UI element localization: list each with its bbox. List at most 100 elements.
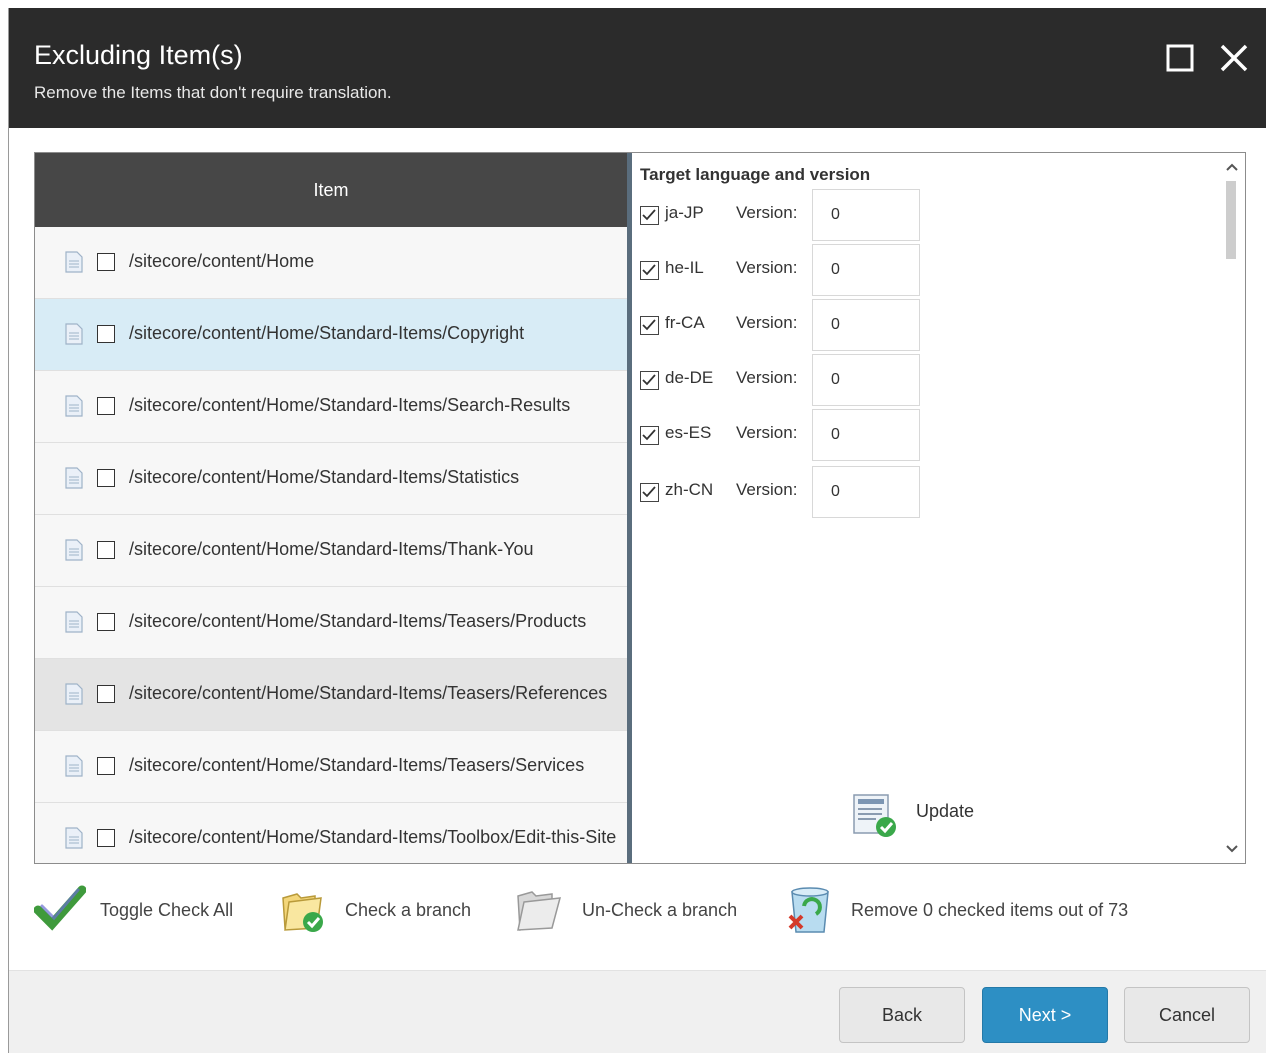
check-branch-button[interactable]: Check a branch <box>279 878 489 938</box>
item-checkbox[interactable] <box>97 541 115 559</box>
version-input[interactable]: 0 <box>812 409 920 461</box>
excluding-items-dialog: Excluding Item(s) Remove the Items that … <box>8 8 1266 1053</box>
item-checkbox[interactable] <box>97 253 115 271</box>
document-icon <box>65 611 83 633</box>
version-label: Version: <box>736 423 798 442</box>
check-icon <box>642 264 656 276</box>
toggle-check-all-button[interactable]: Toggle Check All <box>34 878 254 938</box>
check-icon <box>642 374 656 386</box>
close-icon[interactable] <box>1217 41 1251 75</box>
item-path: /sitecore/content/Home/Standard-Items/Se… <box>129 395 571 415</box>
item-checkbox[interactable] <box>97 325 115 343</box>
version-label: Version: <box>736 258 798 277</box>
back-button[interactable]: Back <box>839 987 965 1043</box>
item-path: /sitecore/content/Home/Standard-Items/Te… <box>129 611 587 631</box>
dialog-footer: Back Next > Cancel <box>9 970 1266 1053</box>
language-checkbox[interactable] <box>640 371 659 390</box>
target-language-panel: Target language and version ja-JP Version… <box>632 153 1245 863</box>
item-path: /sitecore/content/Home/Standard-Items/Co… <box>129 323 525 343</box>
version-label: Version: <box>736 480 798 499</box>
scroll-down-icon[interactable] <box>1219 839 1245 859</box>
scroll-up-icon[interactable] <box>1219 157 1245 177</box>
item-path: /sitecore/content/Home/Standard-Items/To… <box>129 827 617 847</box>
check-icon <box>642 209 656 221</box>
version-input[interactable]: 0 <box>812 299 920 351</box>
language-code: fr-CA <box>665 313 705 332</box>
language-checkbox[interactable] <box>640 483 659 502</box>
table-row[interactable]: /sitecore/content/Home/Standard-Items/Te… <box>35 587 627 659</box>
update-label: Update <box>916 801 975 821</box>
remove-checked-label: Remove 0 checked items out of 73 <box>851 900 1129 920</box>
check-icon <box>642 429 656 441</box>
version-label: Version: <box>736 313 798 332</box>
document-icon <box>65 539 83 561</box>
item-checkbox[interactable] <box>97 757 115 775</box>
table-row[interactable]: /sitecore/content/Home <box>35 227 627 299</box>
table-row[interactable]: /sitecore/content/Home/Standard-Items/St… <box>35 443 627 515</box>
language-row: de-DE Version: 0 <box>640 354 930 406</box>
language-code: de-DE <box>665 368 714 387</box>
language-code: es-ES <box>665 423 712 442</box>
check-branch-label: Check a branch <box>345 900 472 920</box>
items-table: Item /sitecore/content/Home/sitecore/con… <box>35 153 627 863</box>
language-checkbox[interactable] <box>640 316 659 335</box>
update-button[interactable]: Update <box>852 793 992 843</box>
uncheck-branch-label: Un-Check a branch <box>582 900 738 920</box>
check-icon <box>642 319 656 331</box>
cancel-button[interactable]: Cancel <box>1124 987 1250 1043</box>
content-panel: Item /sitecore/content/Home/sitecore/con… <box>34 152 1246 864</box>
table-row[interactable]: /sitecore/content/Home/Standard-Items/To… <box>35 803 627 863</box>
language-checkbox[interactable] <box>640 206 659 225</box>
language-code: zh-CN <box>665 480 714 499</box>
items-list: /sitecore/content/Home/sitecore/content/… <box>35 227 627 863</box>
language-row: fr-CA Version: 0 <box>640 299 930 351</box>
item-checkbox[interactable] <box>97 469 115 487</box>
language-code: ja-JP <box>665 203 704 222</box>
version-label: Version: <box>736 203 798 222</box>
vertical-scrollbar[interactable] <box>1219 153 1245 863</box>
table-row[interactable]: /sitecore/content/Home/Standard-Items/Te… <box>35 659 627 731</box>
item-path: /sitecore/content/Home/Standard-Items/Te… <box>129 755 585 775</box>
item-column-header[interactable]: Item <box>35 153 627 227</box>
table-row[interactable]: /sitecore/content/Home/Standard-Items/Th… <box>35 515 627 587</box>
language-checkbox[interactable] <box>640 261 659 280</box>
version-input[interactable]: 0 <box>812 189 920 241</box>
document-icon <box>65 683 83 705</box>
next-button[interactable]: Next > <box>982 987 1108 1043</box>
language-checkbox[interactable] <box>640 426 659 445</box>
scrollbar-thumb[interactable] <box>1226 181 1236 259</box>
item-path: /sitecore/content/Home/Standard-Items/St… <box>129 467 520 487</box>
document-icon <box>65 467 83 489</box>
target-language-title: Target language and version <box>640 165 871 184</box>
document-icon <box>65 755 83 777</box>
language-row: ja-JP Version: 0 <box>640 189 930 241</box>
table-row[interactable]: /sitecore/content/Home/Standard-Items/Co… <box>35 299 627 371</box>
item-checkbox[interactable] <box>97 685 115 703</box>
check-icon <box>642 486 656 498</box>
item-checkbox[interactable] <box>97 397 115 415</box>
language-code: he-IL <box>665 258 704 277</box>
item-path: /sitecore/content/Home/Standard-Items/Te… <box>129 683 608 703</box>
document-icon <box>65 251 83 273</box>
item-path: /sitecore/content/Home <box>129 251 315 271</box>
language-row: he-IL Version: 0 <box>640 244 930 296</box>
version-label: Version: <box>736 368 798 387</box>
table-row[interactable]: /sitecore/content/Home/Standard-Items/Te… <box>35 731 627 803</box>
version-input[interactable]: 0 <box>812 244 920 296</box>
version-input[interactable]: 0 <box>812 354 920 406</box>
item-checkbox[interactable] <box>97 613 115 631</box>
document-icon <box>65 827 83 849</box>
table-row[interactable]: /sitecore/content/Home/Standard-Items/Se… <box>35 371 627 443</box>
dialog-title: Excluding Item(s) <box>34 40 243 70</box>
maximize-icon[interactable] <box>1163 41 1197 75</box>
toggle-check-all-label: Toggle Check All <box>100 900 234 920</box>
remove-checked-button[interactable]: Remove 0 checked items out of 73 <box>784 878 1164 938</box>
action-toolbar: Toggle Check All Check a branch Un-Check… <box>9 878 1266 948</box>
version-input[interactable]: 0 <box>812 466 920 518</box>
document-icon <box>65 323 83 345</box>
item-checkbox[interactable] <box>97 829 115 847</box>
update-icon <box>853 794 896 837</box>
dialog-titlebar: Excluding Item(s) Remove the Items that … <box>9 8 1266 128</box>
uncheck-branch-button[interactable]: Un-Check a branch <box>514 878 764 938</box>
folder-icon <box>517 891 562 931</box>
